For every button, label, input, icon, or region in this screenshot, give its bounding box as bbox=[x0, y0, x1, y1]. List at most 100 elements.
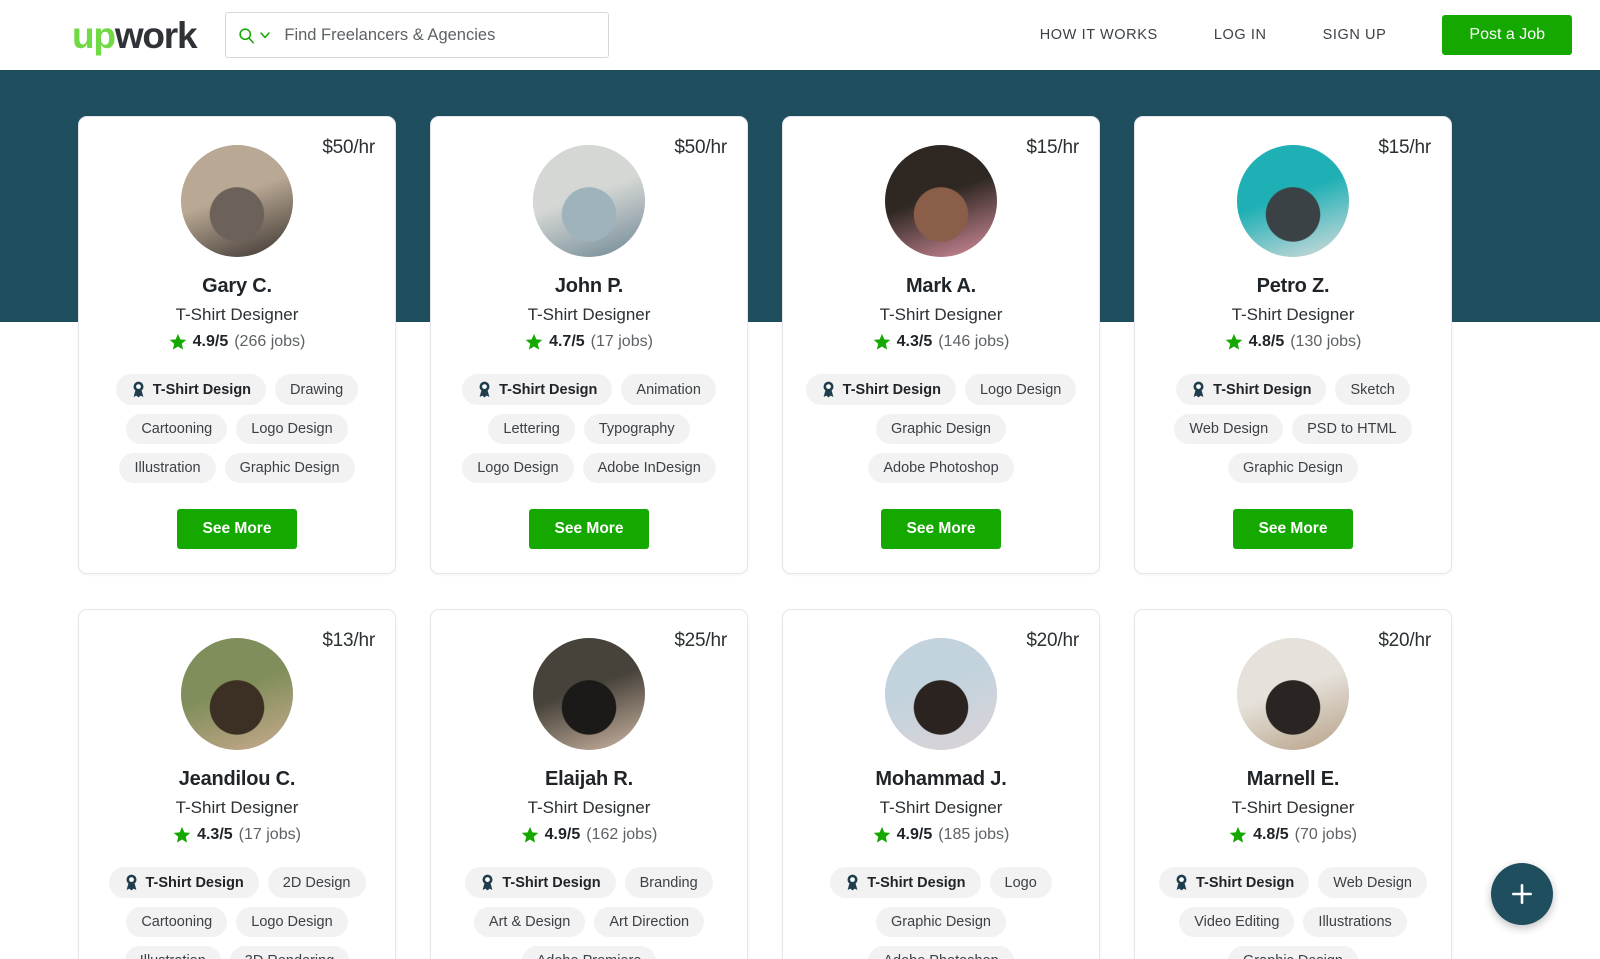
skill-tag[interactable]: Art Direction bbox=[594, 907, 704, 937]
skill-tag[interactable]: Web Design bbox=[1318, 867, 1427, 898]
skill-tag[interactable]: T-Shirt Design bbox=[116, 374, 266, 405]
skill-tag-label: PSD to HTML bbox=[1307, 421, 1396, 437]
freelancer-card[interactable]: $50/hrJohn P.T-Shirt Designer4.7/5(17 jo… bbox=[430, 116, 748, 574]
skill-tag[interactable]: PSD to HTML bbox=[1292, 414, 1411, 444]
results-scroll-area[interactable]: $50/hrGary C.T-Shirt Designer4.9/5(266 j… bbox=[0, 70, 1600, 959]
skill-tag[interactable]: Drawing bbox=[275, 374, 358, 405]
rating-value: 4.7/5 bbox=[549, 333, 585, 351]
skill-tag[interactable]: Logo Design bbox=[236, 907, 347, 937]
skill-tag[interactable]: Logo Design bbox=[236, 414, 347, 444]
skill-tag[interactable]: Web Design bbox=[1174, 414, 1283, 444]
freelancer-card[interactable]: $13/hrJeandilou C.T-Shirt Designer4.3/5(… bbox=[78, 609, 396, 959]
skill-tag-label: Logo Design bbox=[251, 914, 332, 930]
skill-tag[interactable]: Cartooning bbox=[126, 907, 227, 937]
award-badge-icon bbox=[821, 381, 836, 398]
star-icon bbox=[1229, 826, 1247, 844]
hourly-rate: $15/hr bbox=[1026, 137, 1079, 159]
skill-tag[interactable]: Adobe InDesign bbox=[583, 453, 716, 483]
avatar[interactable] bbox=[1237, 638, 1349, 750]
skill-tag[interactable]: 3D Rendering bbox=[230, 946, 349, 959]
skill-tag[interactable]: T-Shirt Design bbox=[465, 867, 615, 898]
post-a-job-button[interactable]: Post a Job bbox=[1442, 15, 1572, 55]
logo-work-text: work bbox=[115, 17, 197, 54]
nav-log-in[interactable]: LOG IN bbox=[1186, 17, 1295, 53]
skill-tag-label: T-Shirt Design bbox=[499, 382, 597, 398]
freelancer-card[interactable]: $20/hrMarnell E.T-Shirt Designer4.8/5(70… bbox=[1134, 609, 1452, 959]
skill-tag[interactable]: Sketch bbox=[1335, 374, 1409, 405]
freelancer-title: T-Shirt Designer bbox=[880, 305, 1003, 325]
skill-tag[interactable]: T-Shirt Design bbox=[830, 867, 980, 898]
skill-tag[interactable]: Illustration bbox=[125, 946, 221, 959]
skill-tag[interactable]: Graphic Design bbox=[225, 453, 355, 483]
skill-tag[interactable]: Typography bbox=[584, 414, 690, 444]
skill-tag[interactable]: Logo bbox=[990, 867, 1052, 898]
award-badge-icon bbox=[845, 874, 860, 891]
freelancer-card[interactable]: $50/hrGary C.T-Shirt Designer4.9/5(266 j… bbox=[78, 116, 396, 574]
freelancer-title: T-Shirt Designer bbox=[880, 798, 1003, 818]
skill-tag[interactable]: Animation bbox=[621, 374, 715, 405]
chevron-down-icon[interactable] bbox=[259, 29, 271, 41]
see-more-button[interactable]: See More bbox=[881, 509, 1002, 549]
skill-tag[interactable]: Branding bbox=[625, 867, 713, 898]
rating: 4.8/5(70 jobs) bbox=[1229, 826, 1357, 844]
nav-how-it-works[interactable]: HOW IT WORKS bbox=[1012, 17, 1186, 53]
skill-tag[interactable]: 2D Design bbox=[268, 867, 366, 898]
freelancer-card[interactable]: $15/hrMark A.T-Shirt Designer4.3/5(146 j… bbox=[782, 116, 1100, 574]
freelancer-name: Elaijah R. bbox=[545, 768, 633, 791]
skill-tag[interactable]: T-Shirt Design bbox=[109, 867, 259, 898]
upwork-logo[interactable]: upwork bbox=[72, 17, 196, 54]
skill-tag[interactable]: Art & Design bbox=[474, 907, 585, 937]
search-input[interactable] bbox=[284, 26, 596, 45]
skill-tag[interactable]: Cartooning bbox=[126, 414, 227, 444]
avatar[interactable] bbox=[181, 638, 293, 750]
freelancer-card[interactable]: $20/hrMohammad J.T-Shirt Designer4.9/5(1… bbox=[782, 609, 1100, 959]
skill-tag[interactable]: Lettering bbox=[488, 414, 574, 444]
skill-tag[interactable]: Video Editing bbox=[1179, 907, 1294, 937]
skill-tag-list: T-Shirt Design Web Design Video Editing Ill… bbox=[1153, 867, 1433, 959]
hourly-rate: $20/hr bbox=[1378, 630, 1431, 652]
skill-tag[interactable]: Graphic Design bbox=[1228, 946, 1358, 959]
skill-tag-label: Adobe Premiere bbox=[537, 953, 642, 959]
avatar[interactable] bbox=[885, 638, 997, 750]
skill-tag[interactable]: Graphic Design bbox=[876, 907, 1006, 937]
see-more-button[interactable]: See More bbox=[177, 509, 298, 549]
skill-tag-label: Graphic Design bbox=[1243, 953, 1343, 959]
skill-tag[interactable]: Graphic Design bbox=[876, 414, 1006, 444]
avatar[interactable] bbox=[885, 145, 997, 257]
hourly-rate: $50/hr bbox=[674, 137, 727, 159]
freelancer-card[interactable]: $25/hrElaijah R.T-Shirt Designer4.9/5(16… bbox=[430, 609, 748, 959]
skill-tag[interactable]: Graphic Design bbox=[1228, 453, 1358, 483]
skill-tag[interactable]: Adobe Premiere bbox=[522, 946, 657, 959]
skill-tag[interactable]: Adobe Photoshop bbox=[868, 946, 1013, 959]
freelancer-card[interactable]: $15/hrPetro Z.T-Shirt Designer4.8/5(130 … bbox=[1134, 116, 1452, 574]
skill-tag[interactable]: Illustration bbox=[119, 453, 215, 483]
nav-sign-up[interactable]: SIGN UP bbox=[1295, 17, 1415, 53]
avatar[interactable] bbox=[1237, 145, 1349, 257]
star-icon bbox=[1225, 333, 1243, 351]
skill-tag[interactable]: T-Shirt Design bbox=[1159, 867, 1309, 898]
skill-tag[interactable]: Illustrations bbox=[1303, 907, 1406, 937]
freelancer-title: T-Shirt Designer bbox=[176, 798, 299, 818]
skill-tag[interactable]: T-Shirt Design bbox=[1176, 374, 1326, 405]
skill-tag[interactable]: T-Shirt Design bbox=[806, 374, 956, 405]
skill-tag[interactable]: Logo Design bbox=[965, 374, 1076, 405]
avatar[interactable] bbox=[533, 145, 645, 257]
add-floating-action-button[interactable] bbox=[1491, 863, 1553, 925]
hourly-rate: $50/hr bbox=[322, 137, 375, 159]
skill-tag-label: Adobe Photoshop bbox=[883, 953, 998, 959]
search-bar[interactable] bbox=[225, 12, 609, 58]
plus-icon bbox=[1509, 881, 1535, 907]
see-more-button[interactable]: See More bbox=[1233, 509, 1354, 549]
skill-tag-label: Adobe InDesign bbox=[598, 460, 701, 476]
skill-tag-label: T-Shirt Design bbox=[867, 875, 965, 891]
skill-tag[interactable]: Logo Design bbox=[462, 453, 573, 483]
freelancer-name: John P. bbox=[555, 275, 623, 298]
skill-tag[interactable]: T-Shirt Design bbox=[462, 374, 612, 405]
freelancer-card-grid: $50/hrGary C.T-Shirt Designer4.9/5(266 j… bbox=[0, 70, 1600, 959]
avatar[interactable] bbox=[181, 145, 293, 257]
hourly-rate: $15/hr bbox=[1378, 137, 1431, 159]
rating: 4.7/5(17 jobs) bbox=[525, 333, 653, 351]
avatar[interactable] bbox=[533, 638, 645, 750]
skill-tag[interactable]: Adobe Photoshop bbox=[868, 453, 1013, 483]
see-more-button[interactable]: See More bbox=[529, 509, 650, 549]
